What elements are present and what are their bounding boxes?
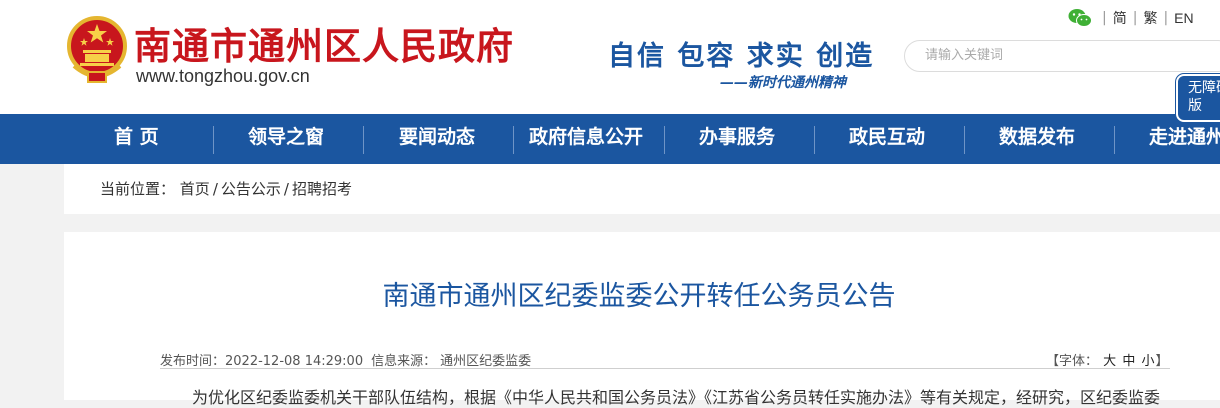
article-body-paragraph: 为优化区纪委监委机关干部队伍结构，根据《中华人民共和国公务员法》《江苏省公务员转… — [192, 388, 1161, 407]
article-title: 南通市通州区纪委监委公开转任公务员公告 — [382, 281, 896, 312]
source-label: 信息来源： — [371, 354, 437, 369]
publish-time: 2022-12-08 14:29:00 — [225, 354, 364, 369]
breadcrumb-announcements[interactable]: 公告公示 — [221, 180, 281, 198]
font-size-label: 【字体： — [1046, 354, 1099, 369]
font-size-close: 】 — [1155, 354, 1169, 369]
breadcrumb-separator: / — [212, 180, 218, 198]
publish-time-label: 发布时间： — [160, 354, 226, 369]
nav-divider — [363, 126, 364, 154]
article-panel: 南通市通州区纪委监委公开转任公务员公告 发布时间：2022-12-08 14:2… — [64, 232, 1220, 407]
accessibility-button[interactable]: 无障碍版 — [1176, 74, 1220, 122]
source-value: 通州区纪委监委 — [440, 354, 532, 369]
search-input[interactable] — [923, 47, 1183, 64]
breadcrumb-label: 当前位置： — [100, 180, 176, 198]
font-size-large[interactable]: 大 — [1103, 354, 1116, 369]
national-emblem-icon — [67, 16, 127, 83]
breadcrumb-separator: / — [283, 180, 289, 198]
simplified-chinese-link[interactable]: 简 — [1113, 8, 1127, 28]
nav-divider — [964, 126, 965, 154]
site-header: 南通市通州区人民政府 www.tongzhou.gov.cn 自信 包容 求实 … — [0, 0, 1220, 114]
site-url: www.tongzhou.gov.cn — [136, 66, 310, 86]
nav-item-services[interactable]: 办事服务 — [699, 114, 775, 164]
breadcrumb-bar: 当前位置： 首页 / 公告公示 / 招聘招考 — [64, 164, 1220, 214]
nav-item-data[interactable]: 数据发布 — [999, 114, 1075, 164]
nav-item-news[interactable]: 要闻动态 — [399, 114, 475, 164]
top-links: | 简 | 繁 | EN — [1068, 8, 1194, 28]
nav-item-interaction[interactable]: 政民互动 — [849, 114, 925, 164]
meta-divider — [160, 368, 1170, 369]
nav-divider — [213, 126, 214, 154]
breadcrumb-recruitment[interactable]: 招聘招考 — [292, 180, 352, 198]
nav-divider — [664, 126, 665, 154]
nav-divider — [513, 126, 514, 154]
breadcrumb-home[interactable]: 首页 — [180, 180, 210, 198]
link-divider: | — [1163, 10, 1169, 26]
traditional-chinese-link[interactable]: 繁 — [1143, 8, 1157, 28]
link-divider: | — [1102, 10, 1107, 26]
main-nav: 首 页 领导之窗 要闻动态 政府信息公开 办事服务 政民互动 数据发布 走进通州 — [0, 114, 1220, 164]
nav-item-home[interactable]: 首 页 — [114, 114, 159, 164]
article-meta: 发布时间：2022-12-08 14:29:00 信息来源： 通州区纪委监委 — [160, 350, 531, 369]
breadcrumb: 当前位置： 首页 / 公告公示 / 招聘招考 — [100, 178, 352, 199]
font-size-control: 【字体： 大 中 小】 — [1046, 350, 1169, 369]
link-divider: | — [1132, 10, 1138, 26]
slogan: 自信 包容 求实 创造 — [608, 41, 875, 72]
nav-item-leaders[interactable]: 领导之窗 — [248, 114, 324, 164]
search-box — [904, 40, 1220, 72]
nav-divider — [1114, 126, 1115, 154]
english-link[interactable]: EN — [1174, 10, 1193, 26]
font-size-small[interactable]: 小 — [1141, 354, 1154, 369]
font-size-medium[interactable]: 中 — [1122, 354, 1135, 369]
nav-item-gov-info[interactable]: 政府信息公开 — [529, 114, 643, 164]
site-title: 南通市通州区人民政府 — [134, 25, 514, 68]
wechat-icon[interactable] — [1068, 8, 1092, 28]
slogan-subtitle: ——新时代通州精神 — [720, 75, 846, 91]
nav-divider — [814, 126, 815, 154]
